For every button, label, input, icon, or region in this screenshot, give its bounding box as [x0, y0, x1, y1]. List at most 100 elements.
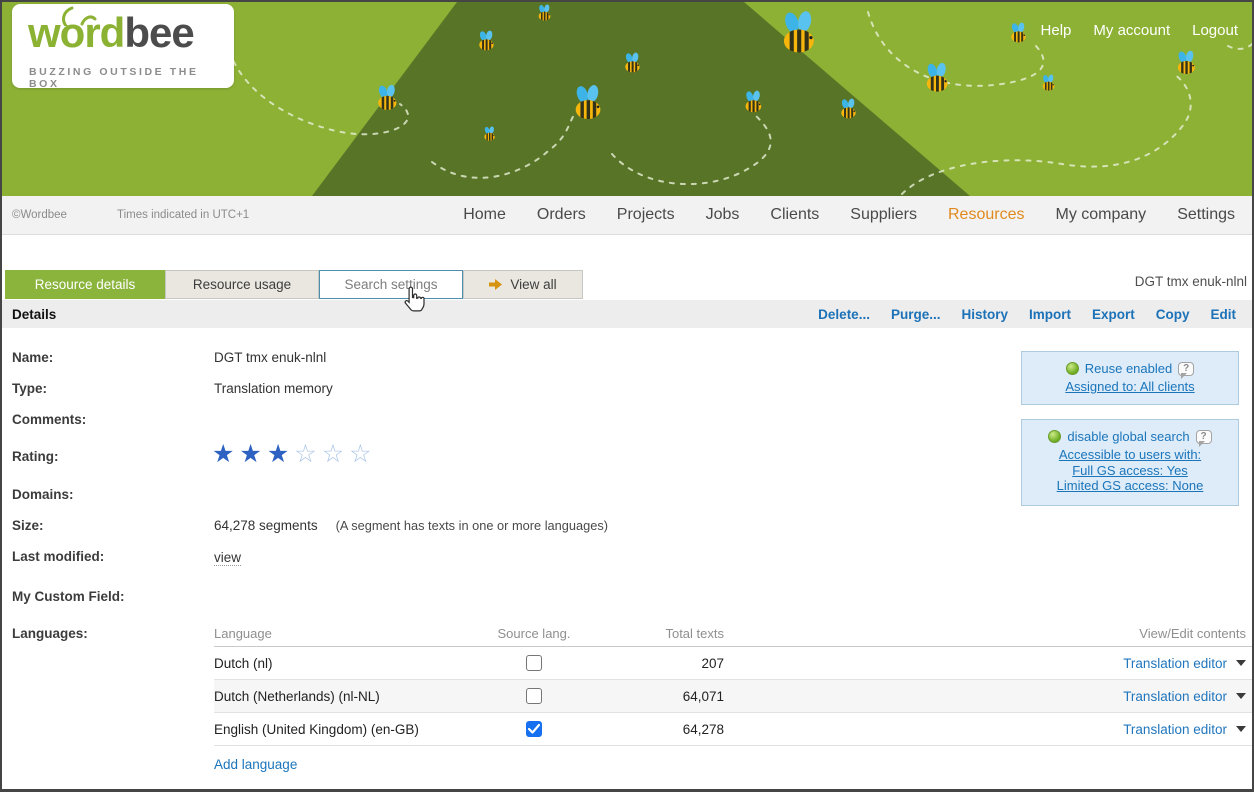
nav-item-resources[interactable]: Resources	[948, 206, 1024, 224]
chevron-down-icon[interactable]	[1236, 693, 1246, 699]
size-note: (A segment has texts in one or more lang…	[336, 518, 608, 533]
view-link[interactable]: view	[214, 550, 241, 566]
chevron-down-icon[interactable]	[1236, 660, 1246, 666]
logo-tagline: BUZZING OUTSIDE THE BOX	[29, 66, 234, 90]
details-title: Details	[2, 307, 56, 322]
nav-item-suppliers[interactable]: Suppliers	[850, 206, 917, 224]
logo-word: word	[28, 9, 124, 56]
star-empty-icon[interactable]: ☆	[294, 439, 321, 468]
star-filled-icon[interactable]: ★	[212, 439, 239, 468]
star-filled-icon[interactable]: ★	[267, 439, 294, 468]
timezone-note: Times indicated in UTC+1	[117, 209, 249, 221]
arrow-right-icon	[489, 279, 502, 290]
details-actions: Delete... Purge... History Import Export…	[818, 307, 1252, 322]
accessible-users-link[interactable]: Accessible to users with:	[1022, 447, 1238, 463]
copy-button[interactable]: Copy	[1156, 307, 1190, 322]
nav-item-home[interactable]: Home	[463, 206, 506, 224]
nav-item-jobs[interactable]: Jobs	[706, 206, 740, 224]
language-name: Dutch (nl)	[214, 656, 484, 671]
full-gs-access-link[interactable]: Full GS access: Yes	[1022, 463, 1238, 479]
name-value: DGT tmx enuk-nlnl	[214, 350, 326, 365]
details-toolbar: Details Delete... Purge... History Impor…	[2, 300, 1252, 328]
my-account-link[interactable]: My account	[1093, 22, 1170, 39]
col-language: Language	[214, 626, 484, 641]
tab-bar: Resource details Resource usage Search s…	[5, 270, 583, 299]
nav-item-orders[interactable]: Orders	[537, 206, 586, 224]
last-modified-label: Last modified:	[12, 549, 104, 564]
tab-label: Resource usage	[193, 277, 291, 292]
export-button[interactable]: Export	[1092, 307, 1135, 322]
source-lang-checkbox[interactable]	[526, 655, 542, 671]
language-name: Dutch (Netherlands) (nl-NL)	[214, 689, 484, 704]
tab-label: View all	[510, 277, 556, 292]
table-row: Dutch (nl) 207 Translation editor	[214, 647, 1254, 680]
assigned-to-link[interactable]: Assigned to: All clients	[1022, 379, 1238, 395]
type-label: Type:	[12, 381, 47, 396]
banner: wordbee BUZZING OUTSIDE THE BOX Help My …	[2, 2, 1252, 196]
col-view-edit: View/Edit contents	[724, 626, 1254, 641]
total-texts-value: 64,071	[584, 689, 724, 704]
history-button[interactable]: History	[961, 307, 1008, 322]
custom-field-label: My Custom Field:	[12, 589, 125, 604]
translation-editor-link[interactable]: Translation editor	[1123, 656, 1227, 671]
total-texts-value: 207	[584, 656, 724, 671]
rating-label: Rating:	[12, 449, 59, 464]
add-language-link[interactable]: Add language	[214, 757, 297, 772]
star-empty-icon[interactable]: ☆	[322, 439, 349, 468]
table-row: English (United Kingdom) (en-GB) 64,278 …	[214, 713, 1254, 746]
help-link[interactable]: Help	[1041, 22, 1072, 39]
source-lang-checkbox[interactable]	[526, 721, 542, 737]
help-icon[interactable]: ?	[1196, 430, 1212, 444]
chevron-down-icon[interactable]	[1236, 726, 1246, 732]
tab-resource-usage[interactable]: Resource usage	[165, 270, 319, 299]
source-lang-checkbox[interactable]	[526, 688, 542, 704]
purge-button[interactable]: Purge...	[891, 307, 941, 322]
wordbee-resource-details-page: wordbee BUZZING OUTSIDE THE BOX Help My …	[0, 0, 1254, 792]
language-name: English (United Kingdom) (en-GB)	[214, 722, 484, 737]
size-value: 64,278 segments (A segment has texts in o…	[214, 518, 608, 533]
name-label: Name:	[12, 350, 53, 365]
delete-button[interactable]: Delete...	[818, 307, 870, 322]
rating-stars[interactable]: ★★★☆☆☆	[212, 441, 377, 466]
logo-bee: bee	[124, 9, 193, 56]
size-label: Size:	[12, 518, 44, 533]
nav-item-my-company[interactable]: My company	[1055, 206, 1146, 224]
tab-search-settings[interactable]: Search settings	[319, 270, 463, 299]
tab-label: Resource details	[35, 277, 136, 292]
nav-item-projects[interactable]: Projects	[617, 206, 675, 224]
nav-item-settings[interactable]: Settings	[1177, 206, 1235, 224]
edit-button[interactable]: Edit	[1211, 307, 1237, 322]
star-filled-icon[interactable]: ★	[239, 439, 266, 468]
col-total-texts: Total texts	[584, 626, 724, 641]
logout-link[interactable]: Logout	[1192, 22, 1238, 39]
global-search-status-text: disable global search	[1067, 429, 1189, 444]
translation-editor-link[interactable]: Translation editor	[1123, 722, 1227, 737]
main-nav: Home Orders Projects Jobs Clients Suppli…	[463, 196, 1235, 234]
resource-name-label: DGT tmx enuk-nlnl	[1135, 274, 1247, 289]
status-green-ball-icon	[1048, 430, 1061, 443]
import-button[interactable]: Import	[1029, 307, 1071, 322]
status-green-ball-icon	[1066, 362, 1079, 375]
domains-label: Domains:	[12, 487, 74, 502]
table-row: Dutch (Netherlands) (nl-NL) 64,071 Trans…	[214, 680, 1254, 713]
languages-table: Language Source lang. Total texts View/E…	[214, 620, 1254, 746]
languages-label: Languages:	[12, 626, 88, 641]
limited-gs-access-link[interactable]: Limited GS access: None	[1022, 478, 1238, 494]
account-links: Help My account Logout	[1041, 22, 1238, 39]
wordbee-logo[interactable]: wordbee BUZZING OUTSIDE THE BOX	[12, 4, 234, 88]
size-segments: 64,278 segments	[214, 518, 318, 533]
reuse-status-text: Reuse enabled	[1085, 361, 1172, 376]
copyright-label: ©Wordbee	[12, 209, 67, 221]
tab-resource-details[interactable]: Resource details	[5, 270, 165, 299]
type-value: Translation memory	[214, 381, 333, 396]
languages-header-row: Language Source lang. Total texts View/E…	[214, 620, 1254, 647]
translation-editor-link[interactable]: Translation editor	[1123, 689, 1227, 704]
tab-view-all[interactable]: View all	[463, 270, 583, 299]
nav-item-clients[interactable]: Clients	[770, 206, 819, 224]
reuse-status-box: Reuse enabled ? Assigned to: All clients	[1021, 351, 1239, 405]
tab-label: Search settings	[344, 277, 437, 292]
help-icon[interactable]: ?	[1178, 362, 1194, 376]
col-source-lang: Source lang.	[484, 626, 584, 641]
total-texts-value: 64,278	[584, 722, 724, 737]
star-empty-icon[interactable]: ☆	[349, 439, 376, 468]
